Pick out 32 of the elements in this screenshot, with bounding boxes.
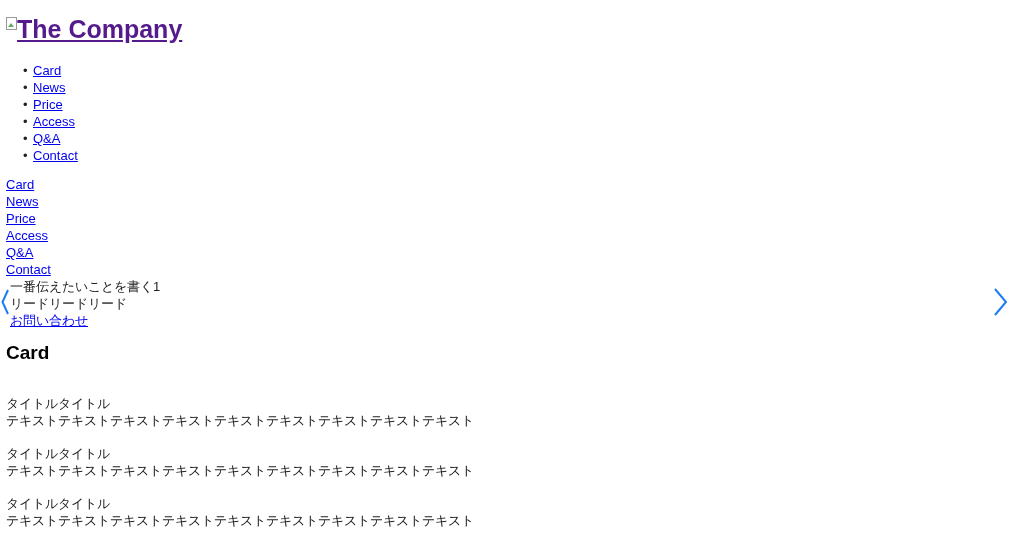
card-title: タイトルタイトル [6, 395, 110, 412]
section-heading: Card [6, 341, 51, 365]
bullet: • [23, 130, 29, 147]
card-text: テキストテキストテキストテキストテキストテキストテキストテキストテキスト [6, 412, 474, 429]
hero-lead-text: リードリードリード [10, 295, 127, 312]
contact-link[interactable]: お問い合わせ [10, 312, 88, 329]
menu-link[interactable]: Contact [6, 261, 51, 278]
bullet: • [23, 96, 29, 113]
menu-link[interactable]: Price [6, 210, 36, 227]
card-title: タイトルタイトル [6, 445, 110, 462]
nav-link[interactable]: Access [33, 113, 75, 130]
nav-link[interactable]: Contact [33, 147, 78, 164]
card-title: タイトルタイトル [6, 495, 110, 512]
menu-link[interactable]: Card [6, 176, 35, 193]
menu-link[interactable]: News [6, 193, 39, 210]
menu-link[interactable]: Q&A [6, 244, 34, 261]
bullet: • [23, 79, 29, 96]
menu-link[interactable]: Access [6, 227, 48, 244]
previous-slide-icon[interactable] [1, 289, 9, 315]
company-logo-link[interactable]: The Company [17, 14, 183, 44]
bullet: • [23, 62, 29, 79]
bullet: • [23, 147, 29, 164]
card-text: テキストテキストテキストテキストテキストテキストテキストテキストテキスト [6, 462, 474, 479]
nav-link[interactable]: Price [33, 96, 63, 113]
nav-link[interactable]: News [33, 79, 66, 96]
nav-link[interactable]: Card [33, 62, 62, 79]
next-slide-icon[interactable] [993, 287, 1009, 317]
bullet: • [23, 113, 29, 130]
broken-image-icon [6, 17, 17, 30]
hero-heading: 一番伝えたいことを書く1 [10, 278, 161, 295]
card-text: テキストテキストテキストテキストテキストテキストテキストテキストテキスト [6, 512, 474, 529]
nav-link[interactable]: Q&A [33, 130, 61, 147]
